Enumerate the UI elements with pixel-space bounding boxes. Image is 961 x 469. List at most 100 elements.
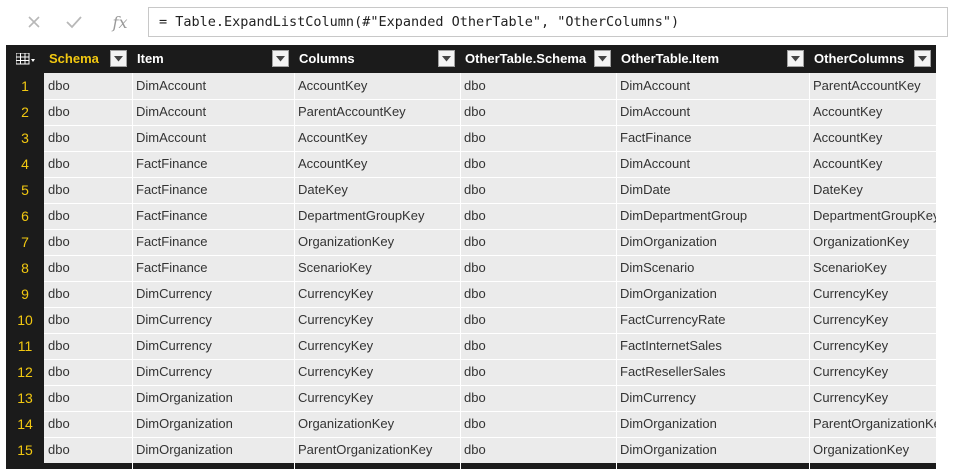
- table-cell[interactable]: AccountKey: [809, 99, 936, 125]
- table-cell[interactable]: ScenarioKey: [294, 255, 460, 281]
- table-cell[interactable]: DimCurrency: [132, 359, 294, 385]
- table-cell[interactable]: dbo: [44, 151, 132, 177]
- row-number[interactable]: 13: [6, 385, 44, 411]
- table-cell[interactable]: DimScenario: [616, 255, 809, 281]
- table-cell[interactable]: FactCurrencyRate: [616, 307, 809, 333]
- column-header-0[interactable]: Schema: [44, 45, 132, 73]
- column-filter-button[interactable]: [438, 50, 455, 67]
- table-cell[interactable]: AccountKey: [294, 151, 460, 177]
- table-cell[interactable]: DateKey: [809, 177, 936, 203]
- table-cell[interactable]: DimOrganization: [132, 437, 294, 463]
- table-cell[interactable]: FactFinance: [132, 255, 294, 281]
- table-cell[interactable]: dbo: [460, 177, 616, 203]
- table-cell[interactable]: DimAccount: [616, 73, 809, 99]
- table-menu-icon[interactable]: [16, 53, 36, 65]
- table-cell[interactable]: DimAccount: [132, 73, 294, 99]
- column-header-3[interactable]: OtherTable.Schema: [460, 45, 616, 73]
- row-number[interactable]: 7: [6, 229, 44, 255]
- table-cell[interactable]: dbo: [460, 203, 616, 229]
- table-cell[interactable]: DimCurrency: [132, 281, 294, 307]
- table-cell[interactable]: dbo: [44, 125, 132, 151]
- table-cell[interactable]: DimAccount: [616, 99, 809, 125]
- table-cell[interactable]: OrganizationKey: [809, 437, 936, 463]
- table-cell[interactable]: CurrencyKey: [294, 359, 460, 385]
- row-number[interactable]: 12: [6, 359, 44, 385]
- column-filter-button[interactable]: [110, 50, 127, 67]
- table-cell[interactable]: dbo: [460, 99, 616, 125]
- table-cell[interactable]: DateKey: [294, 177, 460, 203]
- table-cell[interactable]: DimOrganization: [616, 437, 809, 463]
- table-cell[interactable]: dbo: [44, 229, 132, 255]
- table-cell[interactable]: FactFinance: [132, 229, 294, 255]
- table-cell[interactable]: DimCurrency: [132, 333, 294, 359]
- table-cell[interactable]: dbo: [460, 125, 616, 151]
- table-cell[interactable]: AccountKey: [294, 125, 460, 151]
- table-cell[interactable]: DimDate: [616, 177, 809, 203]
- table-cell[interactable]: dbo: [44, 437, 132, 463]
- table-cell[interactable]: DimOrganization: [616, 281, 809, 307]
- insert-function-button[interactable]: fx: [106, 8, 134, 36]
- table-cell[interactable]: dbo: [44, 99, 132, 125]
- row-number[interactable]: 2: [6, 99, 44, 125]
- column-header-1[interactable]: Item: [132, 45, 294, 73]
- table-cell[interactable]: CurrencyKey: [294, 281, 460, 307]
- column-filter-button[interactable]: [914, 50, 931, 67]
- table-cell[interactable]: dbo: [460, 333, 616, 359]
- table-cell[interactable]: CurrencyKey: [809, 385, 936, 411]
- table-cell[interactable]: DimOrganization: [132, 385, 294, 411]
- row-number[interactable]: 10: [6, 307, 44, 333]
- table-cell[interactable]: OrganizationKey: [294, 411, 460, 437]
- table-cell[interactable]: dbo: [460, 437, 616, 463]
- table-cell[interactable]: dbo: [44, 255, 132, 281]
- table-cell[interactable]: DimOrganization: [616, 411, 809, 437]
- table-cell[interactable]: dbo: [460, 281, 616, 307]
- table-cell[interactable]: ParentOrganizationKey: [294, 437, 460, 463]
- table-cell[interactable]: dbo: [44, 385, 132, 411]
- table-cell[interactable]: CurrencyKey: [809, 281, 936, 307]
- table-cell[interactable]: dbo: [44, 359, 132, 385]
- row-number[interactable]: 14: [6, 411, 44, 437]
- table-cell[interactable]: CurrencyKey: [809, 333, 936, 359]
- table-cell[interactable]: dbo: [460, 411, 616, 437]
- table-cell[interactable]: dbo: [44, 307, 132, 333]
- table-cell[interactable]: AccountKey: [809, 125, 936, 151]
- table-cell[interactable]: OrganizationKey: [294, 229, 460, 255]
- column-filter-button[interactable]: [594, 50, 611, 67]
- table-cell[interactable]: dbo: [44, 411, 132, 437]
- table-cell[interactable]: OrganizationKey: [809, 229, 936, 255]
- table-cell[interactable]: dbo: [460, 151, 616, 177]
- table-cell[interactable]: CurrencyKey: [809, 307, 936, 333]
- row-number[interactable]: 11: [6, 333, 44, 359]
- column-header-5[interactable]: OtherColumns: [809, 45, 936, 73]
- row-number[interactable]: 8: [6, 255, 44, 281]
- table-cell[interactable]: dbo: [460, 73, 616, 99]
- table-cell[interactable]: DimOrganization: [132, 411, 294, 437]
- row-number[interactable]: 3: [6, 125, 44, 151]
- table-cell[interactable]: CurrencyKey: [294, 385, 460, 411]
- table-cell[interactable]: FactInternetSales: [616, 333, 809, 359]
- table-cell[interactable]: DepartmentGroupKey: [294, 203, 460, 229]
- table-cell[interactable]: DepartmentGroupKey: [809, 203, 936, 229]
- column-filter-button[interactable]: [272, 50, 289, 67]
- column-header-2[interactable]: Columns: [294, 45, 460, 73]
- table-cell[interactable]: ParentOrganizationKey: [809, 411, 936, 437]
- row-number[interactable]: 6: [6, 203, 44, 229]
- table-cell[interactable]: FactResellerSales: [616, 359, 809, 385]
- table-cell[interactable]: dbo: [460, 359, 616, 385]
- table-cell[interactable]: dbo: [460, 385, 616, 411]
- table-cell[interactable]: CurrencyKey: [294, 307, 460, 333]
- table-cell[interactable]: FactFinance: [132, 203, 294, 229]
- table-cell[interactable]: CurrencyKey: [809, 359, 936, 385]
- row-number[interactable]: 5: [6, 177, 44, 203]
- column-filter-button[interactable]: [787, 50, 804, 67]
- table-cell[interactable]: dbo: [44, 177, 132, 203]
- table-cell[interactable]: dbo: [44, 281, 132, 307]
- table-cell[interactable]: dbo: [44, 203, 132, 229]
- table-cell[interactable]: ParentAccountKey: [809, 73, 936, 99]
- table-cell[interactable]: DimAccount: [132, 125, 294, 151]
- table-cell[interactable]: FactFinance: [132, 177, 294, 203]
- table-cell[interactable]: dbo: [460, 229, 616, 255]
- table-cell[interactable]: DimAccount: [132, 99, 294, 125]
- table-cell[interactable]: DimCurrency: [616, 385, 809, 411]
- table-cell[interactable]: ScenarioKey: [809, 255, 936, 281]
